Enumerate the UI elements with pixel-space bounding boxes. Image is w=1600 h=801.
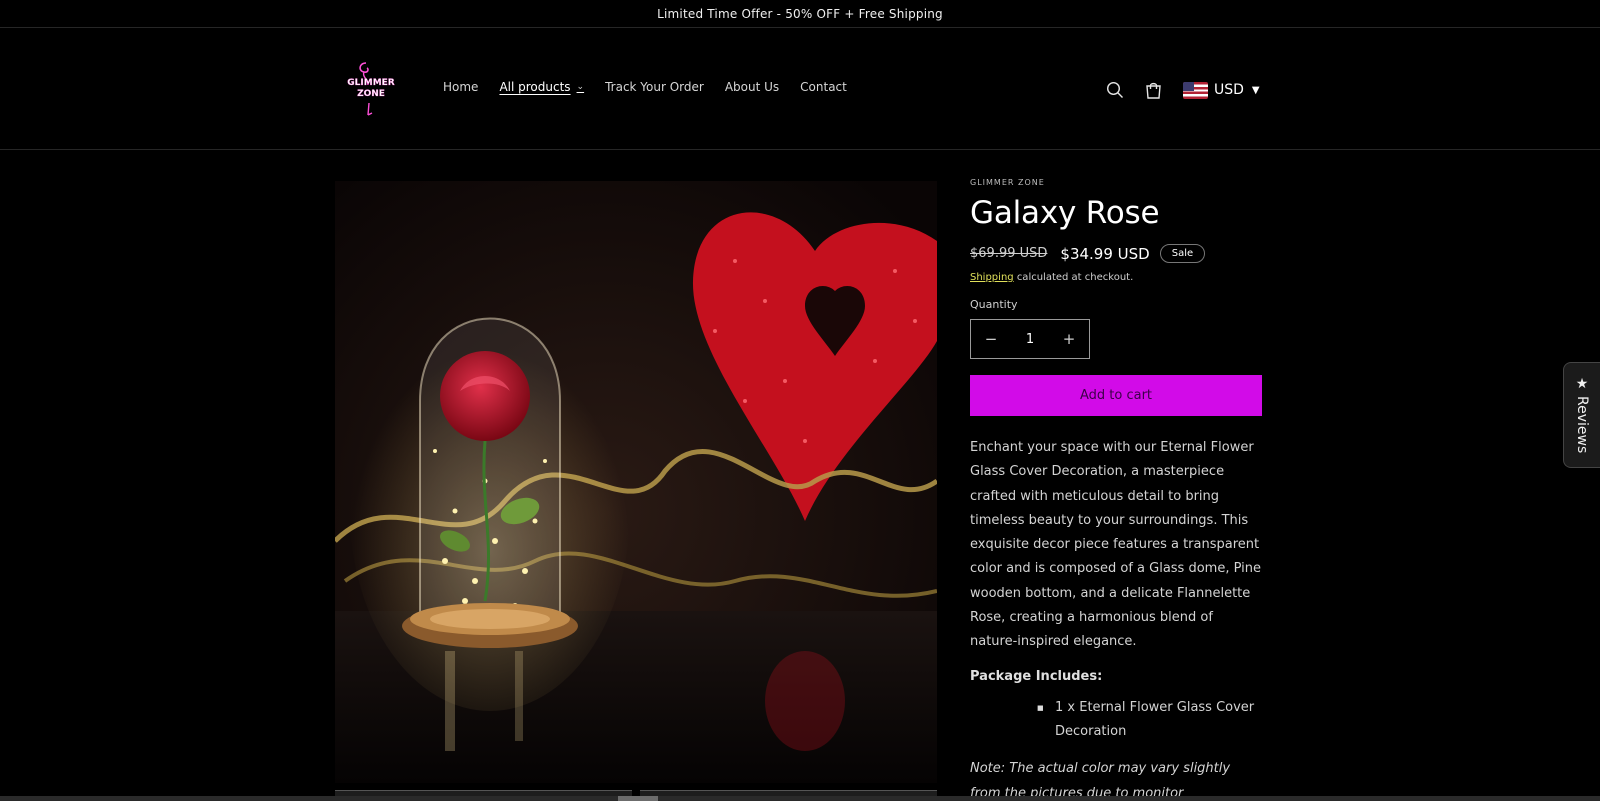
quantity-input[interactable]: 1 <box>1026 332 1034 347</box>
chevron-down-icon: ▼ <box>1251 84 1260 96</box>
galaxy-rose-photo <box>335 181 937 783</box>
product-description: Enchant your space with our Eternal Flow… <box>970 440 1262 650</box>
product-title: Galaxy Rose <box>970 195 1160 231</box>
quantity-increase-button[interactable]: + <box>1059 330 1079 348</box>
currency-selector[interactable]: USD ▼ <box>1183 81 1260 99</box>
announcement-text: Limited Time Offer - 50% OFF + Free Ship… <box>657 6 943 21</box>
site-header: GLIMMER ZONE Home All products ⌄ Track Yo… <box>0 28 1600 150</box>
svg-text:GLIMMER: GLIMMER <box>347 78 395 88</box>
shipping-link[interactable]: Shipping <box>970 272 1014 283</box>
price-row: $69.99 USD $34.99 USD Sale <box>970 244 1262 263</box>
announcement-bar: Limited Time Offer - 50% OFF + Free Ship… <box>0 0 1600 28</box>
quantity-decrease-button[interactable]: − <box>981 330 1001 348</box>
reviews-tab[interactable]: ★ Reviews <box>1563 362 1600 468</box>
add-to-cart-button[interactable]: Add to cart <box>970 375 1262 416</box>
product-image[interactable] <box>335 181 937 783</box>
brand-logo[interactable]: GLIMMER ZONE <box>342 60 400 118</box>
star-icon: ★ <box>1574 376 1590 393</box>
currency-code: USD <box>1214 82 1244 98</box>
reviews-tab-label: Reviews <box>1574 396 1590 454</box>
cart-button[interactable] <box>1141 78 1165 102</box>
search-button[interactable] <box>1103 78 1127 102</box>
compare-price: $69.99 USD <box>970 246 1048 261</box>
main-nav: Home All products ⌄ Track Your Order Abou… <box>443 80 868 94</box>
header-icons: USD ▼ <box>1103 78 1260 102</box>
us-flag-icon <box>1183 81 1208 99</box>
quantity-label: Quantity <box>970 298 1018 311</box>
shipping-text: calculated at checkout. <box>1016 272 1134 283</box>
package-heading: Package Includes: <box>970 668 1103 684</box>
cart-icon <box>1145 82 1161 99</box>
nav-track-order[interactable]: Track Your Order <box>605 80 704 94</box>
nav-all-products[interactable]: All products ⌄ <box>499 80 584 94</box>
product-vendor: GLIMMER ZONE <box>970 178 1045 187</box>
nav-all-products-label: All products <box>499 80 571 94</box>
nav-about-us[interactable]: About Us <box>725 80 779 94</box>
sale-price: $34.99 USD <box>1060 244 1150 263</box>
product-note: Note: The actual color may vary slightly… <box>970 761 1231 801</box>
package-item: 1 x Eternal Flower Glass Cover Decoratio… <box>1037 696 1262 745</box>
nav-contact[interactable]: Contact <box>800 80 847 94</box>
chevron-down-icon: ⌄ <box>576 82 585 92</box>
package-list: 1 x Eternal Flower Glass Cover Decoratio… <box>1037 696 1262 745</box>
nav-home[interactable]: Home <box>443 80 478 94</box>
product-info: GLIMMER ZONE Galaxy Rose $69.99 USD $34.… <box>970 178 1262 801</box>
reviews-tab-content: ★ Reviews <box>1574 376 1590 453</box>
scrollbar-thumb[interactable] <box>618 796 658 801</box>
shipping-note: Shipping calculated at checkout. <box>970 272 1262 283</box>
sale-badge: Sale <box>1159 244 1206 263</box>
quantity-stepper: − 1 + <box>970 319 1090 359</box>
svg-text:ZONE: ZONE <box>357 89 385 99</box>
flamingo-logo-icon: GLIMMER ZONE <box>347 62 395 116</box>
horizontal-scrollbar[interactable] <box>0 796 1600 801</box>
search-icon <box>1106 81 1123 98</box>
